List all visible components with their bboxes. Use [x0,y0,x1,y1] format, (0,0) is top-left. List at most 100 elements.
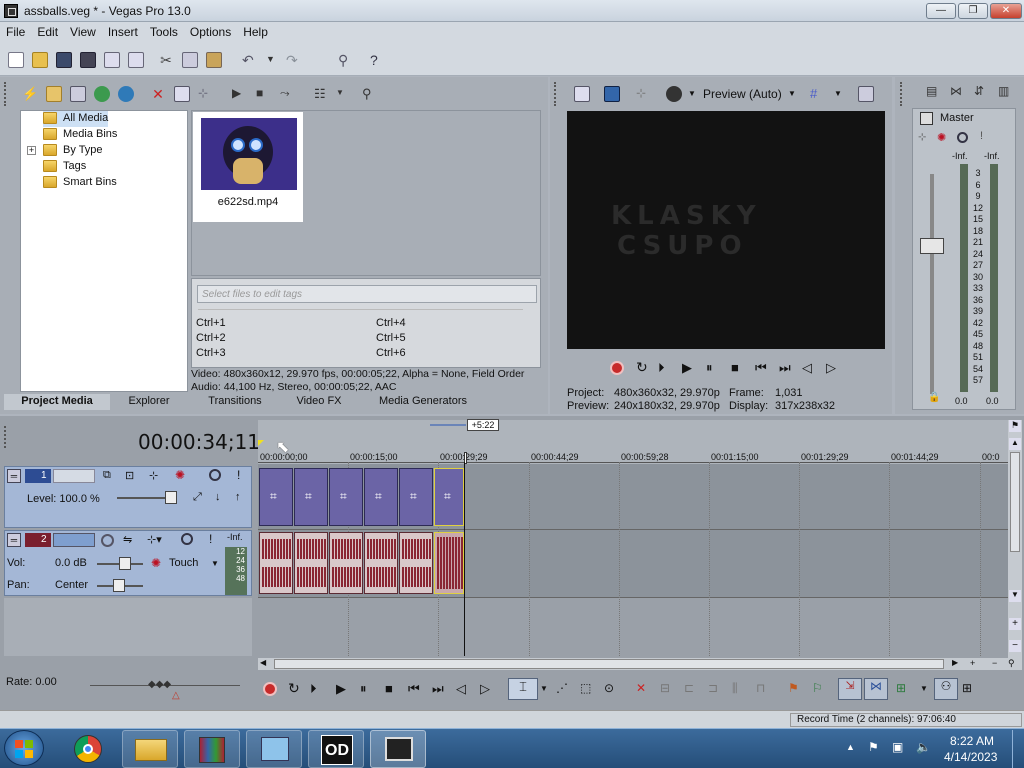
pause-icon[interactable]: ⏸ [360,681,367,697]
remove-media-icon[interactable]: ✕ [150,86,166,102]
next-frame-icon[interactable]: ▷ [480,681,490,697]
split-icon[interactable]: ⫼ [732,681,738,696]
whats-this-help-icon[interactable]: ? [370,52,386,68]
paste-icon[interactable] [206,52,222,68]
master-bus-menu-icon[interactable]: ▥ [998,84,1014,100]
panel-grip[interactable] [554,82,560,106]
tag-shortcut[interactable]: Ctrl+4 [376,317,406,329]
scroll-up-icon[interactable]: ▲ [1009,438,1021,450]
track-fx-icon[interactable]: ⊹▾ [147,533,162,546]
explorer-taskbar-button[interactable] [122,730,178,768]
track-name-input[interactable] [53,533,95,547]
tree-media-bins[interactable]: Media Bins [43,127,117,143]
vol-slider-handle[interactable] [119,557,131,570]
auto-ripple-icon[interactable]: ⇲ [838,678,862,700]
rate-slider-handle[interactable]: ◆◆◆ [148,679,171,690]
enable-snapping-icon[interactable]: ⚲ [338,52,354,68]
get-media-web-icon[interactable] [70,86,86,102]
properties-icon[interactable] [128,52,144,68]
views-icon[interactable]: ☷ [314,86,330,102]
external-monitor-icon[interactable] [604,86,620,102]
crop-icon[interactable]: ⌗ [270,489,277,504]
media-fx-icon[interactable]: ⊹ [198,86,214,102]
import-media-icon[interactable]: ⚡ [22,86,38,102]
copy-snapshot-icon[interactable] [858,86,874,102]
undo-dropdown-icon[interactable]: ▼ [266,54,282,70]
clock-date[interactable]: 4/14/2023 [944,750,997,764]
record-icon[interactable] [263,682,277,696]
tab-media-generators[interactable]: Media Generators [366,394,480,410]
tag-shortcut[interactable]: Ctrl+5 [376,332,406,344]
previous-frame-icon[interactable]: ◁ [802,360,812,376]
tab-explorer[interactable]: Explorer [116,394,182,410]
cut-icon[interactable]: ✂ [158,52,174,68]
insert-marker-icon[interactable]: ⚑ [788,681,799,695]
start-preview-icon[interactable]: ▶ [232,86,248,102]
vertical-scrollbar[interactable]: ⚑ ▲ ▼ + − [1008,420,1022,670]
video-clip[interactable]: ⌗ [399,468,433,526]
menu-view[interactable]: View [64,22,102,39]
media-properties-icon[interactable] [174,86,190,102]
copy-icon[interactable] [182,52,198,68]
scroll-down-icon[interactable]: ▼ [1009,590,1021,602]
expand-track-icon[interactable]: ⤢ [193,491,202,504]
rar-taskbar-button[interactable] [184,730,240,768]
previous-frame-icon[interactable]: ◁ [456,681,466,697]
volume-icon[interactable]: 🔈 [916,740,931,754]
show-desktop-button[interactable] [1012,730,1024,768]
track-fx-icon[interactable]: ⊹ [149,469,158,482]
search-icon[interactable]: ⚲ [362,86,378,102]
menu-insert[interactable]: Insert [102,22,144,39]
selection-tool-icon[interactable]: ⬚ [580,681,591,695]
go-to-end-icon[interactable]: ⏭ [779,360,791,376]
menu-tools[interactable]: Tools [144,22,184,39]
green-globe-icon[interactable] [94,86,110,102]
audio-clip[interactable] [399,532,433,594]
minimize-button[interactable]: — [926,3,956,19]
mute-icon[interactable] [181,533,193,545]
horizontal-scrollbar[interactable]: ◀ ▶ + − ⚲ [258,658,1022,670]
stop-preview-icon[interactable]: ■ [256,86,272,102]
video-clip[interactable]: ⌗ [329,468,363,526]
open-folder-icon[interactable] [32,52,48,68]
trim-icon[interactable]: ⊟ [660,681,670,695]
audio-clip[interactable] [329,532,363,594]
track-collapse-icon[interactable]: ═ [7,533,21,547]
preview-quality[interactable]: Preview (Auto) [703,87,782,101]
vegas-taskbar-button[interactable] [370,730,426,768]
master-settings-icon[interactable]: ✺ [937,131,946,144]
snapping-dropdown-icon[interactable]: ▼ [920,684,928,693]
play-from-start-icon[interactable]: ⏵ [310,681,317,697]
tree-tags[interactable]: Tags [43,159,86,175]
trim-end-icon[interactable]: ⊐ [708,681,718,695]
automation-mode[interactable]: Touch [169,557,198,569]
overlays-dropdown-icon[interactable]: ▼ [834,89,842,98]
tag-shortcut[interactable]: Ctrl+1 [196,317,226,329]
split-screen-dropdown-icon[interactable]: ▼ [688,89,696,98]
snapping-icon[interactable]: ⊞ [896,681,906,695]
panel-grip[interactable] [900,82,906,106]
parent-track-icon[interactable]: ↓ [215,491,221,503]
tag-shortcut[interactable]: Ctrl+2 [196,332,226,344]
mute-icon[interactable] [209,469,221,481]
play-icon[interactable]: ▶ [336,681,346,697]
automation-dropdown-icon[interactable]: ▼ [211,559,219,568]
video-clip[interactable]: ⌗ [434,468,464,526]
preview-quality-dropdown-icon[interactable]: ▼ [788,89,796,98]
tab-video-fx[interactable]: Video FX [286,394,352,410]
invert-phase-icon[interactable]: ⇋ [123,533,132,546]
arm-record-icon[interactable] [101,534,114,547]
zoom-tool-icon[interactable]: ⚲ [1008,658,1015,669]
make-child-track-icon[interactable]: ↑ [235,491,241,503]
capture-video-icon[interactable] [46,86,62,102]
tab-project-media[interactable]: Project Media [4,394,110,410]
trim-start-icon[interactable]: ⊏ [684,681,694,695]
downmix-icon[interactable]: ⋈ [950,84,966,100]
master-icon[interactable] [920,112,933,125]
undo-icon[interactable]: ↶ [242,52,258,68]
loop-playback-icon[interactable]: ↻ [288,680,300,697]
video-clip[interactable]: ⌗ [259,468,293,526]
tag-shortcut[interactable]: Ctrl+3 [196,347,226,359]
pan-slider-handle[interactable] [113,579,125,592]
track-collapse-icon[interactable]: ═ [7,469,21,483]
